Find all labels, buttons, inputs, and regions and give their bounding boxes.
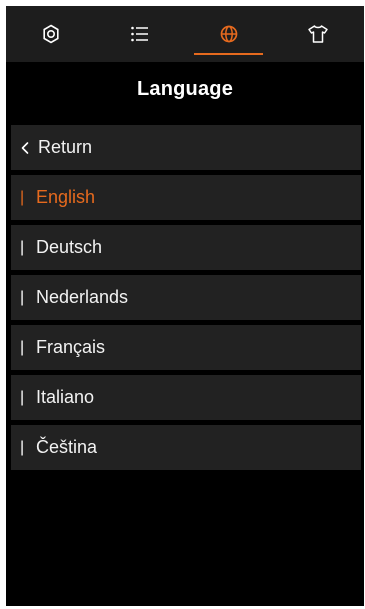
language-item-nederlands[interactable]: | Nederlands bbox=[11, 275, 361, 320]
return-label: Return bbox=[38, 137, 93, 157]
top-tab-bar bbox=[6, 6, 364, 62]
language-label: Italiano bbox=[36, 387, 95, 407]
app-screen: Language Return | English | Deutsch | Ne… bbox=[6, 6, 364, 606]
item-marker: | bbox=[20, 288, 25, 306]
shirt-icon bbox=[307, 24, 329, 44]
chevron-left-icon bbox=[20, 141, 34, 155]
language-label: English bbox=[36, 187, 96, 207]
page-title: Language bbox=[136, 78, 234, 100]
language-item-francais[interactable]: | Français bbox=[11, 325, 361, 370]
language-label: Deutsch bbox=[36, 237, 103, 257]
language-item-cestina[interactable]: | Čeština bbox=[11, 425, 361, 470]
settings-icon bbox=[41, 24, 61, 44]
tab-garments[interactable] bbox=[273, 6, 362, 62]
language-item-italiano[interactable]: | Italiano bbox=[11, 375, 361, 420]
language-label: Français bbox=[36, 337, 106, 357]
language-item-english[interactable]: | English bbox=[11, 175, 361, 220]
language-item-deutsch[interactable]: | Deutsch bbox=[11, 225, 361, 270]
item-marker: | bbox=[20, 438, 25, 456]
globe-icon bbox=[219, 24, 239, 44]
language-label: Čeština bbox=[36, 437, 98, 457]
item-marker: | bbox=[20, 338, 25, 356]
tab-list[interactable] bbox=[95, 6, 184, 62]
language-list: Return | English | Deutsch | Nederlands … bbox=[11, 125, 361, 475]
return-button[interactable]: Return bbox=[11, 125, 361, 170]
selection-marker: | bbox=[20, 188, 25, 206]
item-marker: | bbox=[20, 388, 25, 406]
item-marker: | bbox=[20, 238, 25, 256]
list-icon bbox=[130, 25, 150, 43]
tab-language[interactable] bbox=[184, 6, 273, 62]
active-tab-indicator bbox=[194, 53, 263, 55]
language-label: Nederlands bbox=[36, 287, 129, 307]
tab-settings[interactable] bbox=[6, 6, 95, 62]
